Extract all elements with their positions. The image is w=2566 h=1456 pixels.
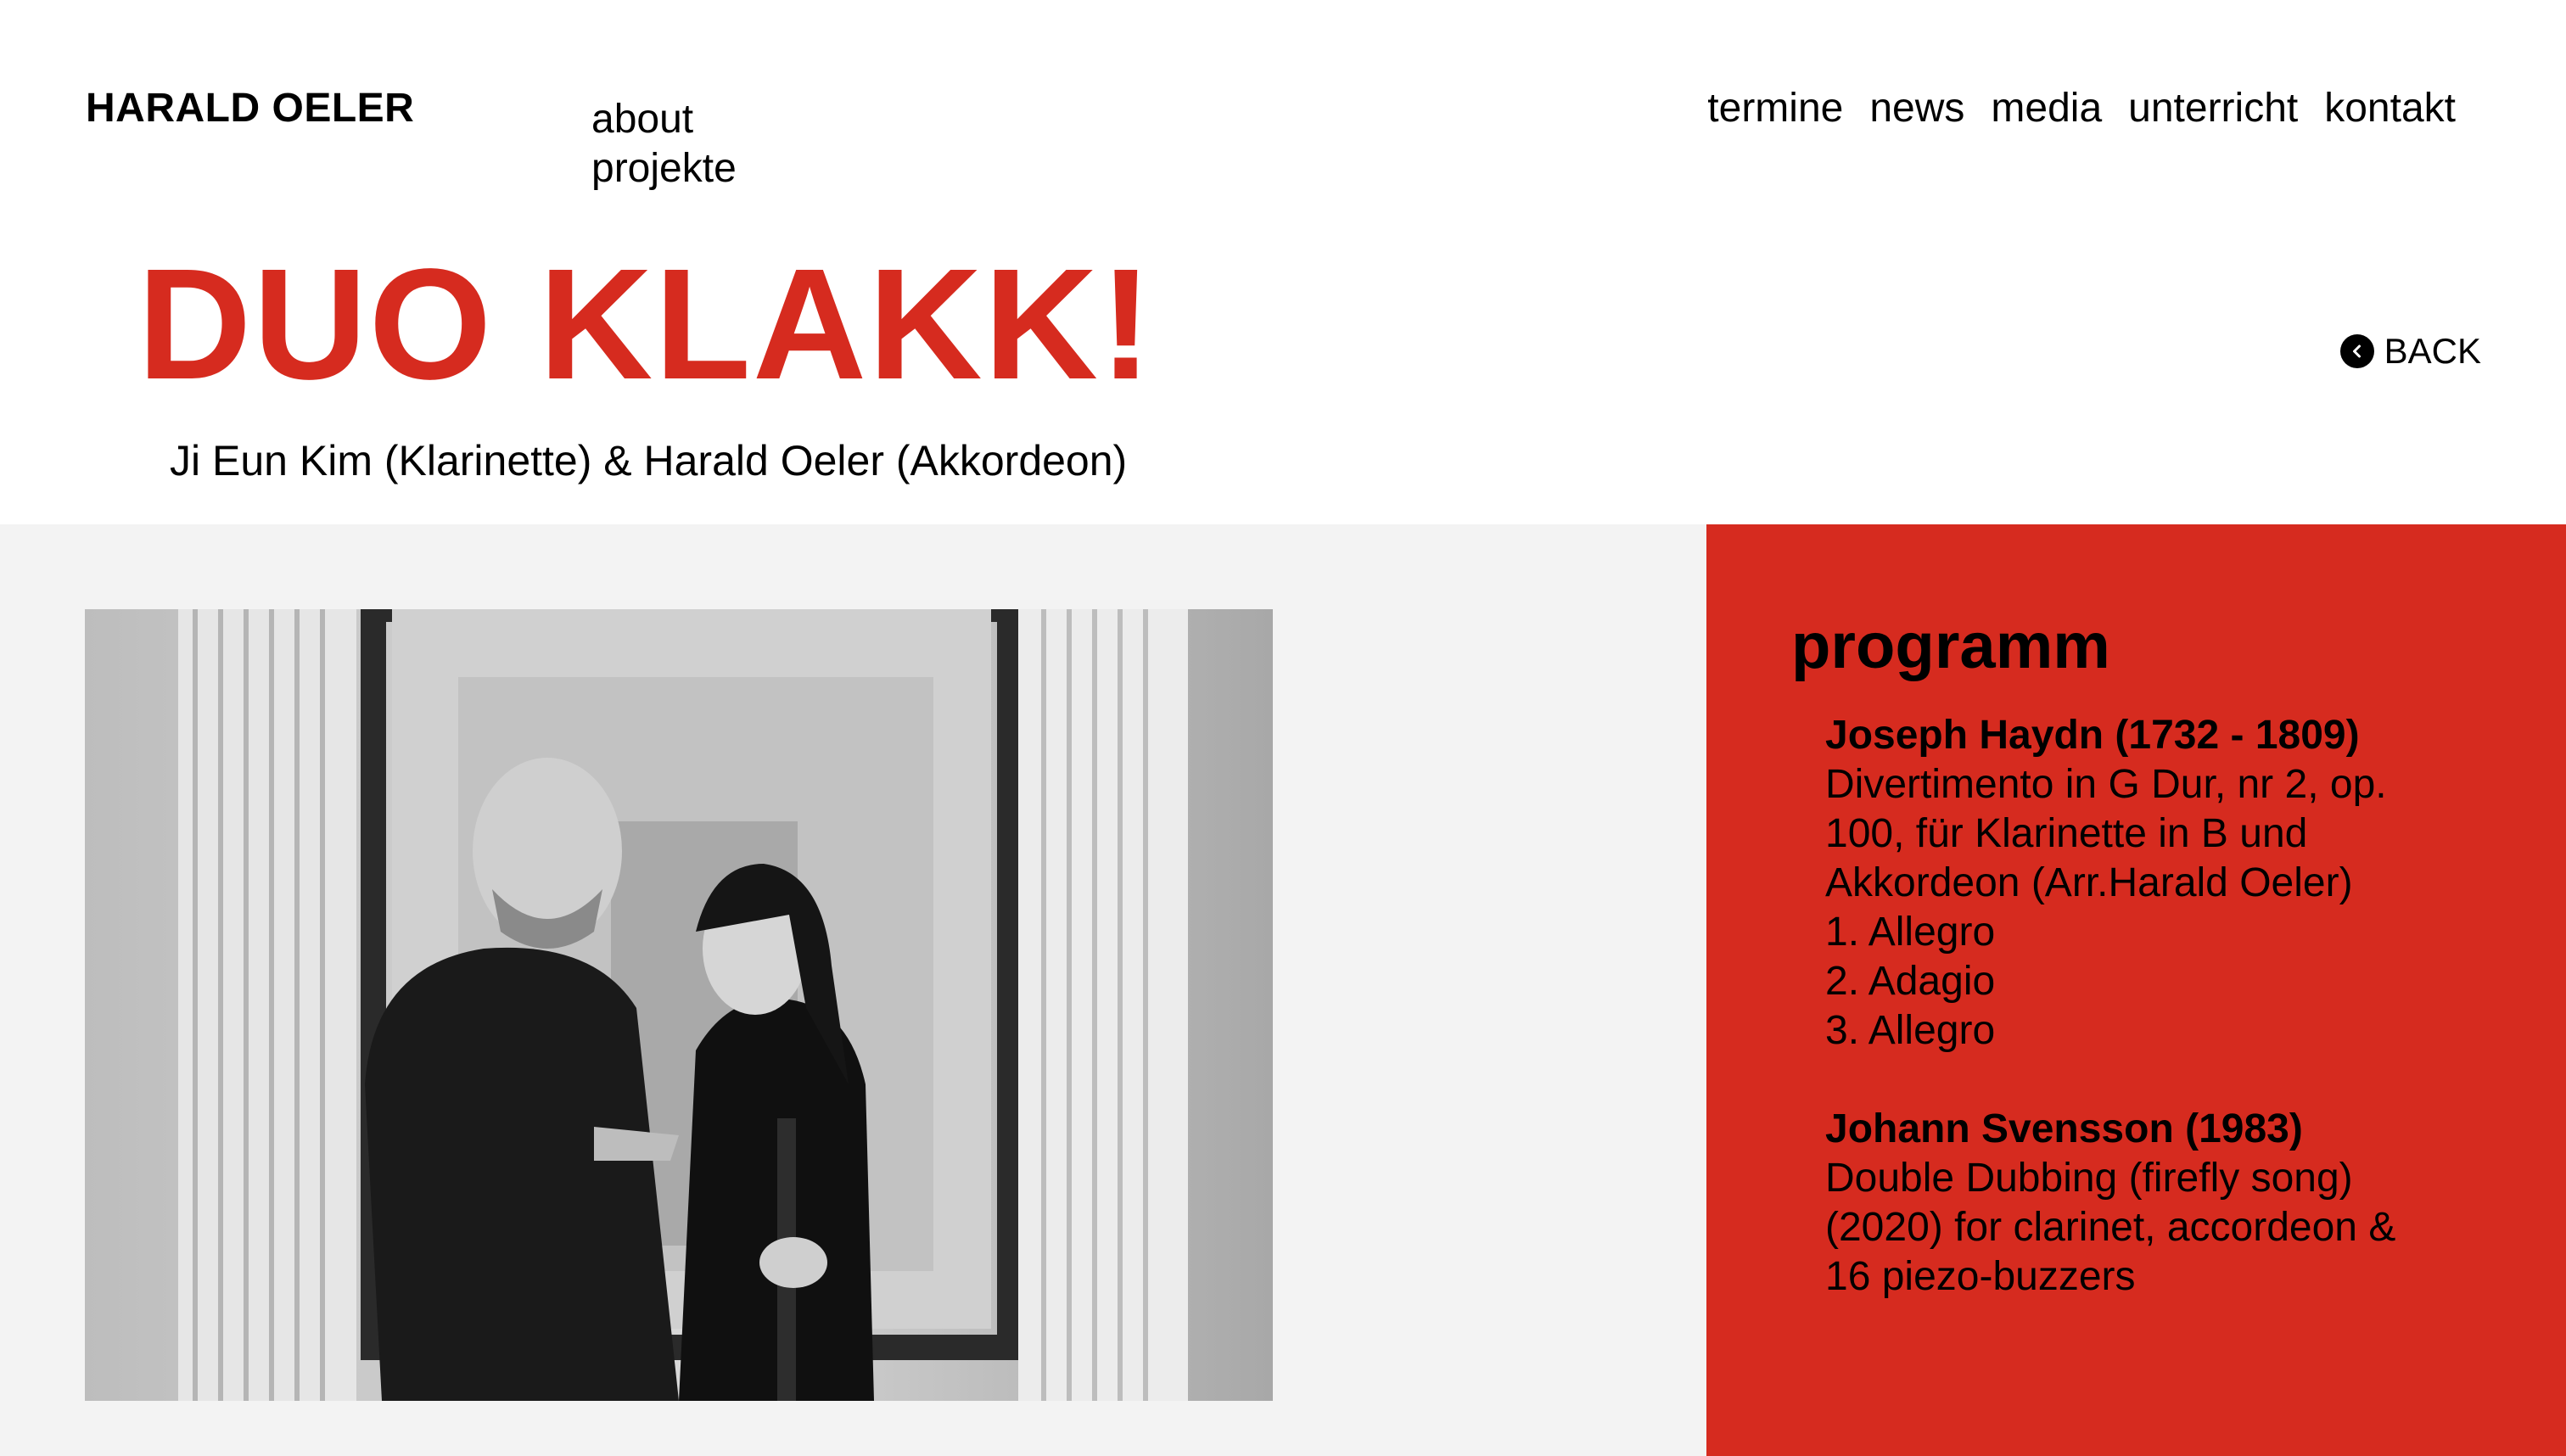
movement-line: 2. Adagio (1825, 959, 1996, 1004)
nav-link-termine[interactable]: termine (1707, 85, 1843, 132)
piece-line: Double Dubbing (firefly song) (1825, 1156, 2353, 1201)
left-nav: about projekte (591, 95, 737, 193)
program-piece: Joseph Haydn (1732 - 1809) Divertimento … (1825, 711, 2487, 1056)
program-list: Joseph Haydn (1732 - 1809) Divertimento … (1825, 711, 2487, 1302)
program-heading: programm (1791, 610, 2110, 682)
movement-line: 1. Allegro (1825, 910, 1996, 955)
movement-line: 3. Allegro (1825, 1008, 1996, 1053)
chevron-left-icon (2339, 334, 2374, 368)
back-label: BACK (2384, 331, 2481, 371)
back-button[interactable]: BACK (2339, 331, 2481, 372)
duo-photo (85, 609, 1273, 1401)
piece-line: 100, für Klarinette in B und (1825, 811, 2308, 856)
site-name[interactable]: HARALD OELER (86, 85, 414, 132)
page-title: DUO KLAKK! (137, 237, 1154, 412)
nav-link-projekte[interactable]: projekte (591, 144, 737, 193)
top-nav: termine news media unterricht kontakt (1707, 85, 2456, 132)
piece-line: 16 piezo-buzzers (1825, 1254, 2136, 1299)
nav-link-kontakt[interactable]: kontakt (2324, 85, 2456, 132)
nav-link-unterricht[interactable]: unterricht (2128, 85, 2298, 132)
program-piece: Johann Svensson (1983) Double Dubbing (f… (1825, 1105, 2487, 1302)
nav-link-news[interactable]: news (1869, 85, 1964, 132)
page-subtitle: Ji Eun Kim (Klarinette) & Harald Oeler (… (170, 437, 1128, 484)
piece-line: Akkordeon (Arr.Harald Oeler) (1825, 860, 2353, 905)
piece-line: Divertimento in G Dur, nr 2, op. (1825, 762, 2387, 807)
nav-link-about[interactable]: about (591, 95, 737, 144)
piece-line: (2020) for clarinet, accordeon & (1825, 1205, 2396, 1250)
nav-link-media[interactable]: media (1991, 85, 2102, 132)
composer-name: Joseph Haydn (1732 - 1809) (1825, 713, 2360, 758)
composer-name: Johann Svensson (1983) (1825, 1106, 2303, 1151)
